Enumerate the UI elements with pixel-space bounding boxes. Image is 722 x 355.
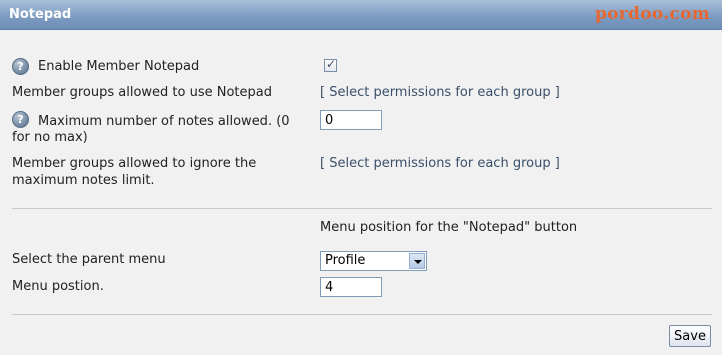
parent-menu-select[interactable]: Profile: [320, 251, 427, 271]
enable-notepad-checkbox[interactable]: ✓: [324, 57, 337, 72]
save-button[interactable]: Save: [669, 325, 711, 347]
ignore-limit-label-line1: Member groups allowed to ignore the: [12, 156, 257, 171]
max-notes-input[interactable]: [320, 110, 382, 130]
enable-notepad-label: Enable Member Notepad: [38, 59, 200, 74]
question-icon[interactable]: ?: [12, 111, 29, 128]
menu-position-label: Menu postion.: [12, 279, 104, 294]
menu-position-input[interactable]: [320, 277, 382, 297]
menu-section-heading: Menu position for the "Notepad" button: [320, 220, 578, 235]
parent-menu-selected-value: Profile: [325, 253, 366, 268]
select-permissions-link[interactable]: [ Select permissions for each group ]: [320, 84, 560, 102]
divider: [12, 208, 712, 209]
parent-menu-label: Select the parent menu: [12, 252, 166, 267]
settings-panel: [0, 30, 722, 355]
question-icon[interactable]: ?: [12, 58, 29, 75]
watermark: pordoo.com: [594, 4, 710, 24]
member-groups-label: Member groups allowed to use Notepad: [12, 85, 272, 100]
ignore-limit-label-line2: maximum notes limit.: [12, 173, 155, 188]
title-bar: Notepad pordoo.com: [0, 0, 722, 30]
ignore-limit-permissions-link[interactable]: [ Select permissions for each group ]: [320, 155, 560, 173]
max-notes-label-line2: for no max): [12, 130, 88, 145]
page-title: Notepad: [9, 7, 72, 22]
chevron-down-icon[interactable]: [409, 253, 425, 269]
checkmark-icon: ✓: [326, 57, 337, 71]
divider: [12, 314, 712, 315]
